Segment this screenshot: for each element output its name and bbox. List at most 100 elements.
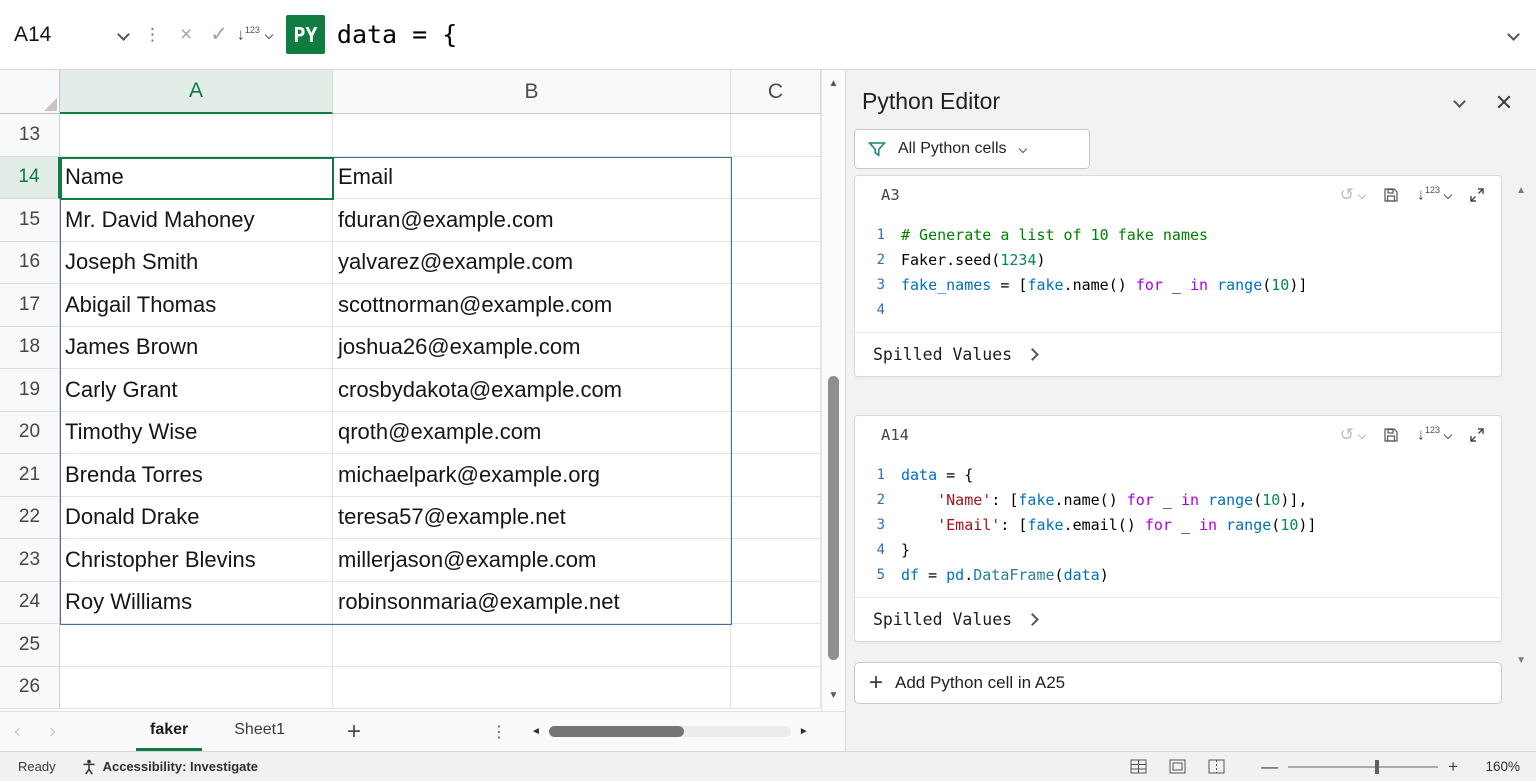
row-header-16[interactable]: 16 [0, 242, 60, 285]
output-as-values-button[interactable]: ↓123 [1417, 185, 1451, 204]
zoom-slider-thumb[interactable] [1375, 760, 1379, 774]
cell-A25[interactable] [60, 624, 333, 667]
cell-B25[interactable] [333, 624, 731, 667]
scroll-down-icon[interactable]: ▼ [822, 690, 845, 701]
add-python-cell-button[interactable]: + Add Python cell in A25 [854, 662, 1502, 704]
cell-A18[interactable]: James Brown [60, 327, 333, 370]
cell-B22[interactable]: teresa57@example.net [333, 497, 731, 540]
formula-bar-options-icon[interactable]: ⋮ [144, 25, 161, 45]
cell-A21[interactable]: Brenda Torres [60, 454, 333, 497]
spilled-values-toggle[interactable]: Spilled Values [855, 597, 1501, 641]
cell-C16[interactable] [731, 242, 821, 285]
cell-A24[interactable]: Roy Williams [60, 582, 333, 625]
cell-B19[interactable]: crosbydakota@example.com [333, 369, 731, 412]
row-header-13[interactable]: 13 [0, 114, 60, 157]
tabs-next-icon[interactable] [47, 727, 55, 735]
cell-A23[interactable]: Christopher Blevins [60, 539, 333, 582]
tabs-prev-icon[interactable] [15, 727, 23, 735]
enter-icon[interactable]: ✓ [210, 24, 228, 45]
sheet-tab-sheet1[interactable]: Sheet1 [220, 712, 299, 751]
cell-A22[interactable]: Donald Drake [60, 497, 333, 540]
accessibility-status[interactable]: Accessibility: Investigate [82, 759, 258, 775]
cell-B18[interactable]: joshua26@example.com [333, 327, 731, 370]
cell-C20[interactable] [731, 412, 821, 455]
cell-C25[interactable] [731, 624, 821, 667]
cell-A20[interactable]: Timothy Wise [60, 412, 333, 455]
name-box-chevron-icon[interactable] [117, 28, 130, 41]
expand-icon[interactable] [1469, 187, 1485, 203]
zoom-slider[interactable] [1288, 766, 1438, 768]
row-header-15[interactable]: 15 [0, 199, 60, 242]
cell-C15[interactable] [731, 199, 821, 242]
python-cells-filter[interactable]: All Python cells [854, 129, 1090, 169]
scroll-up-icon[interactable]: ▲ [822, 78, 845, 89]
formula-input[interactable]: data = { [337, 20, 1509, 49]
row-header-23[interactable]: 23 [0, 539, 60, 582]
normal-view-icon[interactable] [1130, 759, 1147, 774]
cell-B20[interactable]: qroth@example.com [333, 412, 731, 455]
vertical-scrollbar[interactable]: ▲ ▼ [821, 70, 845, 711]
undo-button[interactable]: ↺ [1340, 426, 1365, 443]
column-header-B[interactable]: B [333, 70, 731, 114]
row-header-14[interactable]: 14 [0, 157, 60, 200]
cell-B21[interactable]: michaelpark@example.org [333, 454, 731, 497]
zoom-out-icon[interactable]: — [1255, 757, 1284, 777]
row-header-20[interactable]: 20 [0, 412, 60, 455]
add-sheet-icon[interactable]: + [347, 718, 361, 746]
cell-C22[interactable] [731, 497, 821, 540]
cell-B24[interactable]: robinsonmaria@example.net [333, 582, 731, 625]
convert-to-values-icon[interactable]: ↓123 [237, 25, 260, 44]
sheet-tab-faker[interactable]: faker [136, 712, 202, 751]
cell-B26[interactable] [333, 667, 731, 710]
row-header-24[interactable]: 24 [0, 582, 60, 625]
cell-C21[interactable] [731, 454, 821, 497]
cell-A19[interactable]: Carly Grant [60, 369, 333, 412]
hscroll-thumb[interactable] [549, 726, 684, 737]
expand-icon[interactable] [1469, 427, 1485, 443]
row-header-25[interactable]: 25 [0, 624, 60, 667]
hscroll-left-icon[interactable]: ◄ [531, 726, 541, 737]
name-box[interactable]: A14 [0, 23, 138, 47]
cell-C18[interactable] [731, 327, 821, 370]
undo-button[interactable]: ↺ [1340, 186, 1365, 203]
cell-C23[interactable] [731, 539, 821, 582]
cell-A15[interactable]: Mr. David Mahoney [60, 199, 333, 242]
row-header-26[interactable]: 26 [0, 667, 60, 710]
close-icon[interactable] [1496, 94, 1512, 110]
panel-collapse-icon[interactable] [1453, 95, 1466, 108]
row-header-21[interactable]: 21 [0, 454, 60, 497]
code-lines[interactable]: 1data = {2 'Name': [fake.name() for _ in… [855, 454, 1501, 597]
cell-B14[interactable]: Email [333, 157, 731, 200]
cell-C14[interactable] [731, 157, 821, 200]
column-header-A[interactable]: A [60, 70, 333, 114]
cell-A16[interactable]: Joseph Smith [60, 242, 333, 285]
row-header-18[interactable]: 18 [0, 327, 60, 370]
panel-scroll-down-icon[interactable]: ▼ [1516, 655, 1526, 666]
zoom-in-icon[interactable]: + [1442, 757, 1464, 777]
cell-C24[interactable] [731, 582, 821, 625]
column-header-C[interactable]: C [731, 70, 821, 114]
cell-B17[interactable]: scottnorman@example.com [333, 284, 731, 327]
spilled-values-toggle[interactable]: Spilled Values [855, 332, 1501, 376]
cancel-icon[interactable]: × [180, 24, 192, 45]
hscroll-track[interactable] [549, 726, 791, 737]
zoom-level[interactable]: 160% [1478, 759, 1520, 774]
row-header-17[interactable]: 17 [0, 284, 60, 327]
row-header-22[interactable]: 22 [0, 497, 60, 540]
output-as-values-button[interactable]: ↓123 [1417, 425, 1451, 444]
vscroll-thumb[interactable] [828, 376, 839, 660]
row-header-19[interactable]: 19 [0, 369, 60, 412]
save-icon[interactable] [1383, 427, 1399, 443]
code-lines[interactable]: 1# Generate a list of 10 fake names2Fake… [855, 214, 1501, 332]
formula-bar-expand-icon[interactable] [1507, 28, 1520, 41]
cell-C17[interactable] [731, 284, 821, 327]
select-all-corner[interactable] [0, 70, 60, 114]
convert-chevron-icon[interactable] [265, 30, 273, 38]
save-icon[interactable] [1383, 187, 1399, 203]
cell-B13[interactable] [333, 114, 731, 157]
cell-C13[interactable] [731, 114, 821, 157]
cell-B16[interactable]: yalvarez@example.com [333, 242, 731, 285]
page-layout-view-icon[interactable] [1169, 759, 1186, 774]
cell-A13[interactable] [60, 114, 333, 157]
cell-A17[interactable]: Abigail Thomas [60, 284, 333, 327]
